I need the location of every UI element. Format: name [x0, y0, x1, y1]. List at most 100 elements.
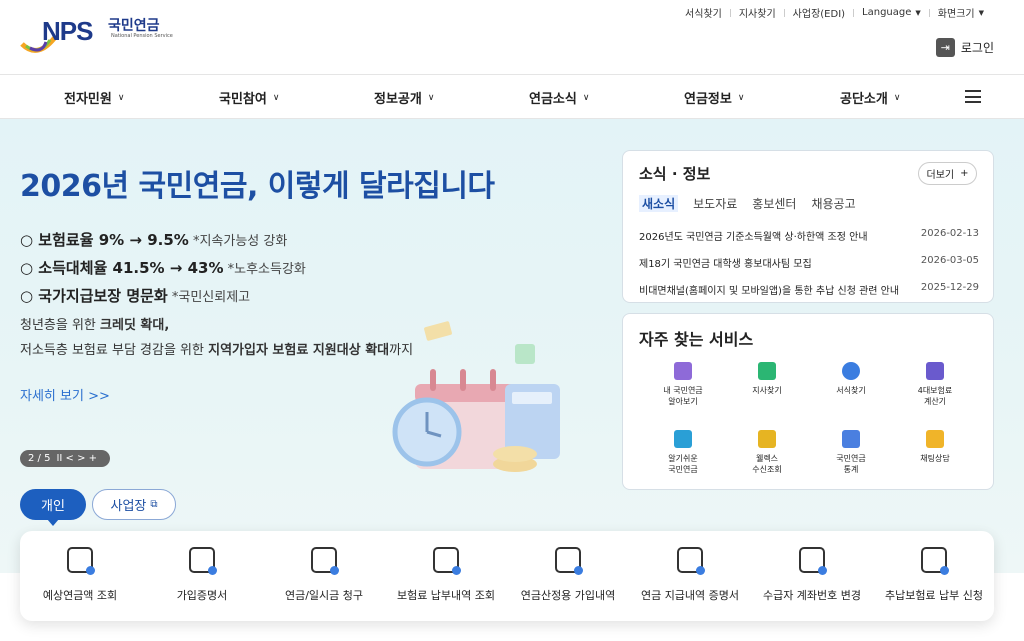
service-statistics[interactable]: 국민연금 통계 [811, 430, 891, 475]
service-label: 지사찾기 [752, 386, 782, 395]
chevron-down-icon: ∨ [582, 92, 590, 103]
nps-logo[interactable]: NPS 국민연금 National Pension Service [20, 12, 180, 58]
nav-item-pension-info[interactable]: 연금정보 ∨ [684, 88, 744, 107]
slider-buttons[interactable]: II < > + [56, 453, 97, 464]
calendar-clock-illustration [392, 321, 560, 472]
document-edit-icon [799, 547, 827, 575]
slider-controls: 2 / 5 II < > + [20, 450, 110, 467]
chevron-down-icon: ∨ [272, 92, 280, 103]
tab-recruit[interactable]: 채용공고 [811, 195, 855, 212]
bullet-note: *노후소득강화 [223, 262, 306, 277]
bullet-main: ○ 소득대체율 41.5% → 43% [20, 259, 224, 277]
tab-label: 사업장 [110, 499, 147, 514]
tab-pr-center[interactable]: 홍보센터 [752, 195, 796, 212]
hero-bullet: ○ 소득대체율 41.5% → 43% *노후소득강화 [20, 257, 306, 278]
nav-item-pension-news[interactable]: 연금소식 ∨ [529, 88, 589, 107]
caret-down-icon: ▼ [915, 8, 921, 17]
quick-label: 추납보험료 납부 신청 [884, 589, 984, 602]
service-label: 4대보험료 [917, 386, 953, 395]
service-find-forms[interactable]: 서식찾기 [811, 362, 891, 396]
tab-personal[interactable]: 개인 [20, 489, 86, 526]
quick-additional-payment[interactable]: 추납보험료 납부 신청 [874, 547, 994, 603]
news-panel: 소식 · 정보 더보기 + 새소식 보도자료 홍보센터 채용공고 2026년도 국… [622, 150, 994, 303]
tab-press[interactable]: 보도자료 [693, 195, 737, 212]
news-item[interactable]: 2026년도 국민연금 기준소득월액 상·하한액 조정 안내 2026-02-13 [639, 228, 979, 243]
hero-description: 저소득층 보험료 부담 경감을 위한 지역가입자 보험료 지원대상 확대까지 [20, 339, 413, 358]
news-item[interactable]: 제18기 국민연금 대학생 홍보대사팀 모집 2026-03-05 [639, 255, 979, 270]
won-search-icon [67, 547, 95, 575]
logo-text: NPS [42, 16, 93, 46]
chevron-down-icon: ∨ [427, 92, 435, 103]
news-item-title: 제18기 국민연금 대학생 홍보대사팀 모집 [639, 259, 812, 270]
news-more-button[interactable]: 더보기 + [918, 162, 977, 185]
plus-icon: + [960, 168, 969, 179]
hero-title: 2026년 국민연금, 이렇게 달라집니다 [20, 169, 495, 204]
utility-links: 서식찾기 지사찾기 사업장(EDI) Language ▼ 화면크기 ▼ [677, 5, 992, 20]
news-item-title: 2026년도 국민연금 기준소득월액 상·하한액 조정 안내 [639, 232, 868, 243]
login-label: 로그인 [960, 41, 994, 55]
quick-claim[interactable]: 연금/일시금 청구 [264, 547, 384, 603]
util-branch-link[interactable]: 지사찾기 [731, 5, 784, 20]
service-easy-pension[interactable]: 알기쉬운 국민연금 [643, 430, 723, 475]
service-label: 내 국민연금 [663, 386, 703, 395]
util-label: 지사찾기 [738, 9, 776, 20]
hero-description: 청년층을 위한 크레딧 확대, [20, 314, 169, 333]
hamburger-menu-icon[interactable] [965, 90, 981, 103]
receipt-icon [433, 547, 461, 575]
quick-label: 예상연금액 조회 [42, 589, 118, 602]
service-welex[interactable]: 웰렉스 수신조회 [727, 430, 807, 475]
desc-text: 청년층을 위한 [20, 318, 101, 333]
nav-item-civil-service[interactable]: 전자민원 ∨ [64, 88, 124, 107]
quick-payment-certificate[interactable]: 연금 지급내역 증명서 [630, 547, 750, 603]
hero-more-link[interactable]: 자세히 보기 >> [20, 385, 110, 404]
quick-label: 가입증명서 [176, 589, 228, 602]
quick-certificate[interactable]: 가입증명서 [142, 547, 262, 603]
nav-item-participation[interactable]: 국민참여 ∨ [219, 88, 279, 107]
service-find-branch[interactable]: 지사찾기 [727, 362, 807, 396]
service-label: 국민연금 [668, 465, 698, 474]
util-edi-link[interactable]: 사업장(EDI) [785, 5, 853, 20]
nav-label: 국민참여 [219, 92, 267, 107]
desc-text: 저소득층 보험료 부담 경감을 위한 [20, 343, 209, 358]
quick-payment-history[interactable]: 보험료 납부내역 조회 [386, 547, 506, 603]
service-insurance-calculator[interactable]: 4대보험료계산기 [895, 362, 975, 407]
services-title: 자주 찾는 서비스 [639, 330, 754, 349]
service-chat[interactable]: 채팅상담 [895, 430, 975, 464]
service-my-pension[interactable]: 내 국민연금 알아보기 [643, 362, 723, 407]
tab-business[interactable]: 사업장 ⧉ [92, 489, 176, 520]
slider-counter: 2 / 5 [28, 453, 51, 464]
news-item[interactable]: 비대면채널(홈페이지 및 모바일앱)을 통한 추납 신청 관련 안내 2025-1… [639, 282, 979, 297]
nav-label: 전자민원 [64, 92, 112, 107]
quick-label: 보험료 납부내역 조회 [396, 589, 496, 602]
util-screen-size-dropdown[interactable]: 화면크기 ▼ [930, 5, 992, 21]
chevron-down-icon: ∨ [737, 92, 745, 103]
quick-account-change[interactable]: 수급자 계좌번호 변경 [752, 547, 872, 603]
util-label: 사업장(EDI) [792, 9, 846, 20]
certificate-icon [677, 547, 705, 575]
quick-expected-pension[interactable]: 예상연금액 조회 [20, 547, 140, 603]
gift-icon [674, 362, 692, 380]
monitor-icon [674, 430, 692, 448]
service-label: 계산기 [923, 397, 947, 406]
nav-label: 공단소개 [840, 92, 888, 107]
nav-item-disclosure[interactable]: 정보공개 ∨ [374, 88, 434, 107]
quick-enrollment-history[interactable]: 연금산정용 가입내역 [508, 547, 628, 603]
service-label: 수신조회 [752, 465, 782, 474]
news-tabs: 새소식 보도자료 홍보센터 채용공고 [639, 195, 856, 212]
nav-item-about[interactable]: 공단소개 ∨ [840, 88, 900, 107]
util-language-dropdown[interactable]: Language ▼ [854, 7, 929, 18]
util-label: Language [862, 7, 912, 18]
news-item-date: 2025-12-29 [920, 282, 979, 293]
hero-bullet: ○ 보험료율 9% → 9.5% *지속가능성 강화 [20, 229, 287, 250]
tab-new-news[interactable]: 새소식 [639, 195, 679, 212]
frequent-services-panel: 자주 찾는 서비스 내 국민연금 알아보기 지사찾기 서식찾기 4대보험료 계산기 … [622, 313, 994, 490]
mailbox-icon [758, 430, 776, 448]
quick-label: 연금산정용 가입내역 [520, 589, 616, 602]
nav-label: 정보공개 [374, 92, 422, 107]
main-nav: 전자민원 ∨ 국민참여 ∨ 정보공개 ∨ 연금소식 ∨ 연금정보 ∨ 공단소개 ∨ [0, 74, 1024, 119]
login-button[interactable]: ⇥ 로그인 [935, 38, 994, 57]
util-forms-link[interactable]: 서식찾기 [677, 5, 730, 20]
location-icon [758, 362, 776, 380]
news-item-date: 2026-03-05 [920, 255, 979, 266]
service-label: 통계 [843, 465, 859, 474]
